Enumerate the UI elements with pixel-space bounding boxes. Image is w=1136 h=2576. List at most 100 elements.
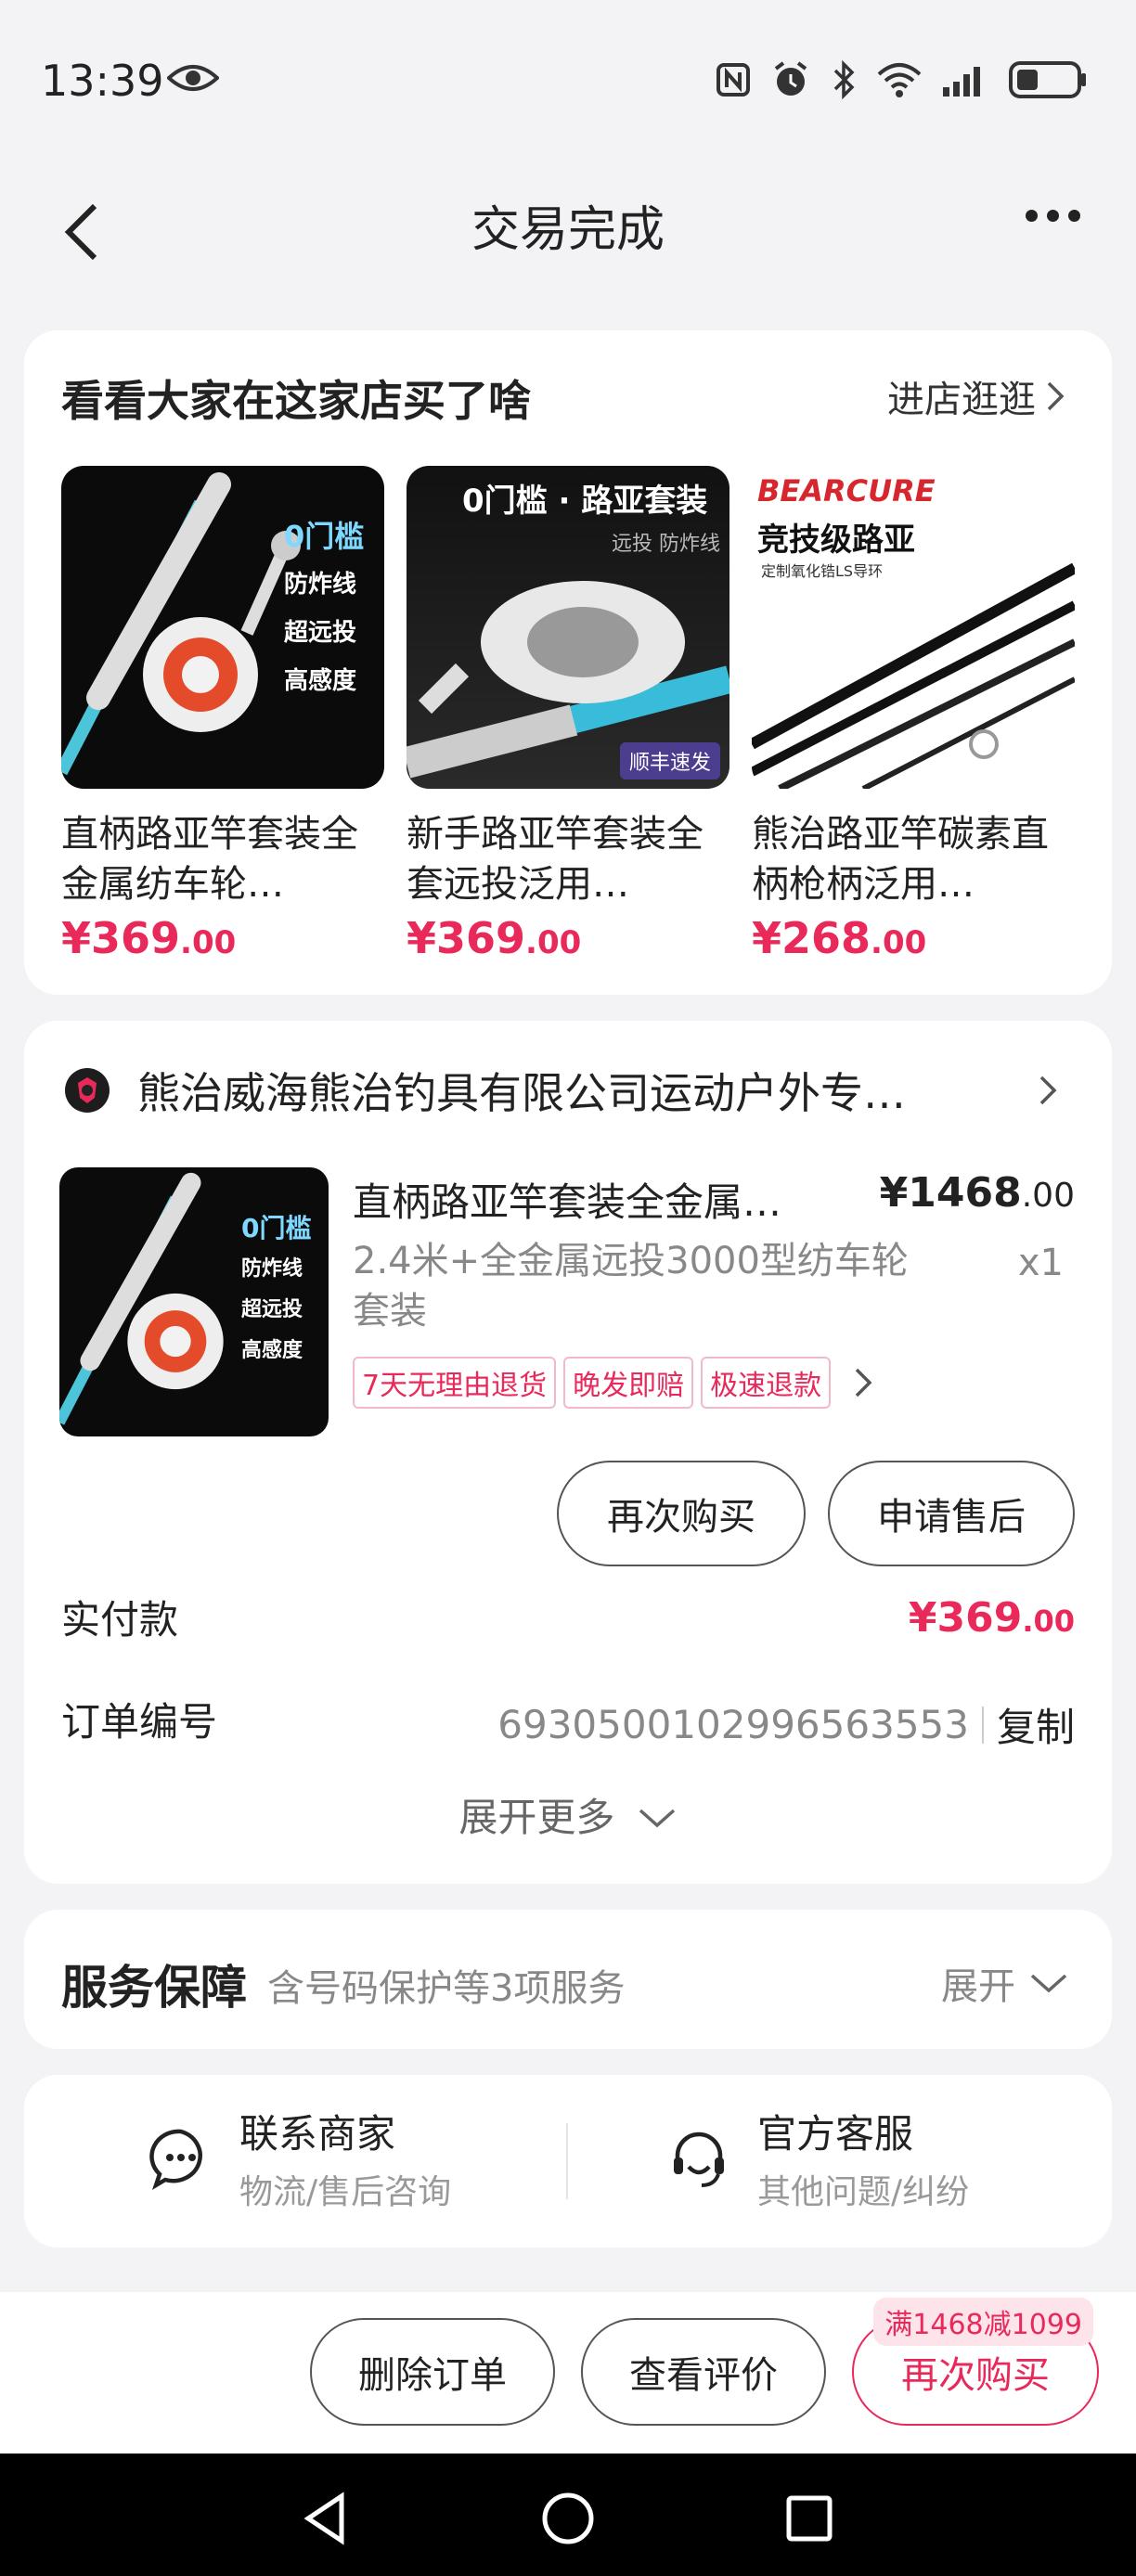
contact-merchant[interactable]: 联系商家 物流/售后咨询: [148, 2103, 451, 2213]
expand-more-button[interactable]: 展开更多: [24, 1786, 1112, 1843]
status-time: 13:39: [41, 56, 164, 106]
tag-late-compensation: 晚发即赔: [563, 1357, 694, 1409]
badge-long-cast: 超远投: [284, 619, 357, 647]
product-name: 熊治路亚竿碳素直柄枪柄泛用…: [752, 813, 1049, 906]
chevron-down-icon: [639, 1809, 675, 1828]
contact-merchant-sub: 物流/售后咨询: [239, 2173, 452, 2211]
order-number: 6930500102996563553: [497, 1702, 969, 1747]
system-nav-bar: [0, 2454, 1136, 2576]
divider: [566, 2123, 568, 2199]
badge-threshold: 0门槛: [241, 1213, 312, 1243]
more-icon[interactable]: [1026, 210, 1080, 222]
rebuy-button[interactable]: 再次购买: [557, 1461, 806, 1566]
order-item-title[interactable]: 直柄路亚竿套装全金属…: [353, 1171, 835, 1228]
wifi-icon: [877, 63, 922, 97]
expand-more-label: 展开更多: [458, 1795, 615, 1840]
product-image: 0门槛 · 路亚套装 远投 防炸线 顺丰速发: [407, 466, 729, 789]
recommend-product[interactable]: BEARCURE 竞技级路亚 定制氧化锆LS导环 熊治路亚竿碳素直柄枪柄泛用… …: [752, 466, 1075, 963]
product-image: BEARCURE 竞技级路亚 定制氧化锆LS导环: [752, 466, 1075, 789]
chat-icon: [149, 2129, 202, 2190]
nav-back-icon[interactable]: [299, 2491, 351, 2546]
tag-fast-refund: 极速退款: [701, 1357, 832, 1409]
enter-shop-link[interactable]: 进店逛逛: [887, 369, 1065, 423]
order-card: 熊治威海熊治钓具有限公司运动户外专… 0门槛 防炸线 超远投 高感度 直柄路亚竿…: [24, 1021, 1112, 1884]
price-dec: .00: [180, 924, 237, 961]
product-banner: 0门槛 · 路亚套装: [462, 483, 708, 520]
contact-card: 联系商家 物流/售后咨询 官方客服 其他问题/纠纷: [24, 2075, 1112, 2248]
order-item-spec: 2.4米+全金属远投3000型纺车轮套装: [353, 1240, 909, 1333]
product-badges: 0门槛 防炸线 超远投 高感度: [284, 512, 364, 705]
bluetooth-icon: [833, 59, 855, 100]
chevron-down-icon: [1030, 1974, 1067, 1993]
recommend-heading: 看看大家在这家店买了啥: [61, 376, 531, 426]
recommend-product[interactable]: 0门槛 防炸线 超远投 高感度 直柄路亚竿套装全金属纺车轮… ¥369.00: [61, 466, 384, 963]
order-item-image[interactable]: 0门槛 防炸线 超远投 高感度: [59, 1167, 329, 1436]
badge-sensitivity: 高感度: [241, 1339, 303, 1362]
recommend-product[interactable]: 0门槛 · 路亚套装 远投 防炸线 顺丰速发 新手路亚竿套装全套远投泛用… ¥3…: [407, 466, 729, 963]
copy-button[interactable]: 复制: [997, 1696, 1075, 1753]
order-number-row: 6930500102996563553 复制: [497, 1696, 1075, 1753]
headset-icon: [674, 2132, 724, 2187]
badge-sensitivity: 高感度: [284, 667, 357, 695]
price-dec: .00: [525, 924, 582, 961]
price-dec: .00: [1021, 1177, 1075, 1215]
promo-badge: 满1468减1099: [873, 2298, 1093, 2346]
product-price: ¥369.00: [407, 913, 729, 963]
badge-threshold: 0门槛: [284, 519, 365, 554]
paid-amount: ¥369.00: [909, 1594, 1075, 1642]
badge-anti-blast: 防炸线: [241, 1257, 303, 1281]
contact-merchant-title: 联系商家: [239, 2111, 396, 2157]
chevron-right-icon: [855, 1368, 872, 1397]
shop-recommend-card: 看看大家在这家店买了啥 进店逛逛 0门槛 防炸线 超远投 高感度 直柄路亚竿套装…: [24, 330, 1112, 995]
paid-label: 实付款: [61, 1597, 179, 1642]
nfc-icon: [716, 63, 750, 97]
price-dec: .00: [871, 924, 927, 961]
order-item-price: ¥1468.00: [880, 1169, 1075, 1217]
service-expand-label: 展开: [941, 1965, 1015, 2008]
price-int: ¥369: [407, 913, 526, 963]
view-review-button[interactable]: 查看评价: [581, 2318, 826, 2426]
eye-icon: [167, 65, 219, 91]
nav-recents-icon[interactable]: [783, 2491, 835, 2546]
service-expand[interactable]: 展开: [941, 1956, 1069, 2010]
status-icons: [715, 59, 1088, 100]
nav-home-icon[interactable]: [540, 2491, 596, 2546]
product-image: 0门槛 防炸线 超远投 高感度: [61, 466, 384, 789]
service-title: 服务保障: [61, 1961, 247, 2015]
shop-logo-icon: [65, 1068, 110, 1113]
signal-icon: [943, 67, 980, 97]
alarm-icon: [774, 61, 807, 96]
price-int: ¥369: [908, 1594, 1023, 1642]
price-int: ¥1468: [879, 1169, 1022, 1217]
price-dec: .00: [1022, 1604, 1075, 1639]
price-int: ¥268: [752, 913, 871, 963]
battery-icon: [1009, 61, 1086, 98]
divider: [981, 1706, 984, 1744]
price-int: ¥369: [61, 913, 181, 963]
rod-image: [752, 562, 1075, 789]
status-bar: 13:39: [0, 0, 1136, 167]
badge-anti-blast: 防炸线: [284, 571, 357, 599]
service-sub: 含号码保护等3项服务: [267, 1967, 626, 2010]
tag-7day-return: 7天无理由退货: [353, 1357, 557, 1409]
product-price: ¥369.00: [61, 913, 384, 963]
contact-official[interactable]: 官方客服 其他问题/纠纷: [666, 2103, 969, 2213]
item-badges: 0门槛 防炸线 超远投 高感度: [241, 1208, 311, 1372]
delete-order-button[interactable]: 删除订单: [310, 2318, 555, 2426]
product-name: 新手路亚竿套装全套远投泛用…: [407, 813, 704, 906]
shipping-badge: 顺丰速发: [619, 742, 720, 779]
chevron-right-icon: [1039, 1075, 1057, 1105]
order-item-qty: x1: [1017, 1242, 1064, 1284]
contact-official-title: 官方客服: [757, 2111, 914, 2157]
shop-name: 熊治威海熊治钓具有限公司运动户外专…: [137, 1068, 906, 1118]
product-name: 直柄路亚竿套装全金属纺车轮…: [61, 813, 358, 906]
chevron-right-icon: [1047, 381, 1065, 411]
after-sale-button[interactable]: 申请售后: [828, 1461, 1075, 1566]
service-card[interactable]: 服务保障 含号码保护等3项服务 展开: [24, 1910, 1112, 2049]
order-no-label: 订单编号: [61, 1699, 218, 1745]
page-title: 交易完成: [471, 202, 665, 258]
shop-row[interactable]: 熊治威海熊治钓具有限公司运动户外专…: [65, 1060, 1067, 1121]
product-price: ¥268.00: [752, 913, 1075, 963]
service-tags[interactable]: 7天无理由退货 晚发即赔 极速退款: [353, 1357, 877, 1409]
contact-official-sub: 其他问题/纠纷: [757, 2173, 970, 2211]
